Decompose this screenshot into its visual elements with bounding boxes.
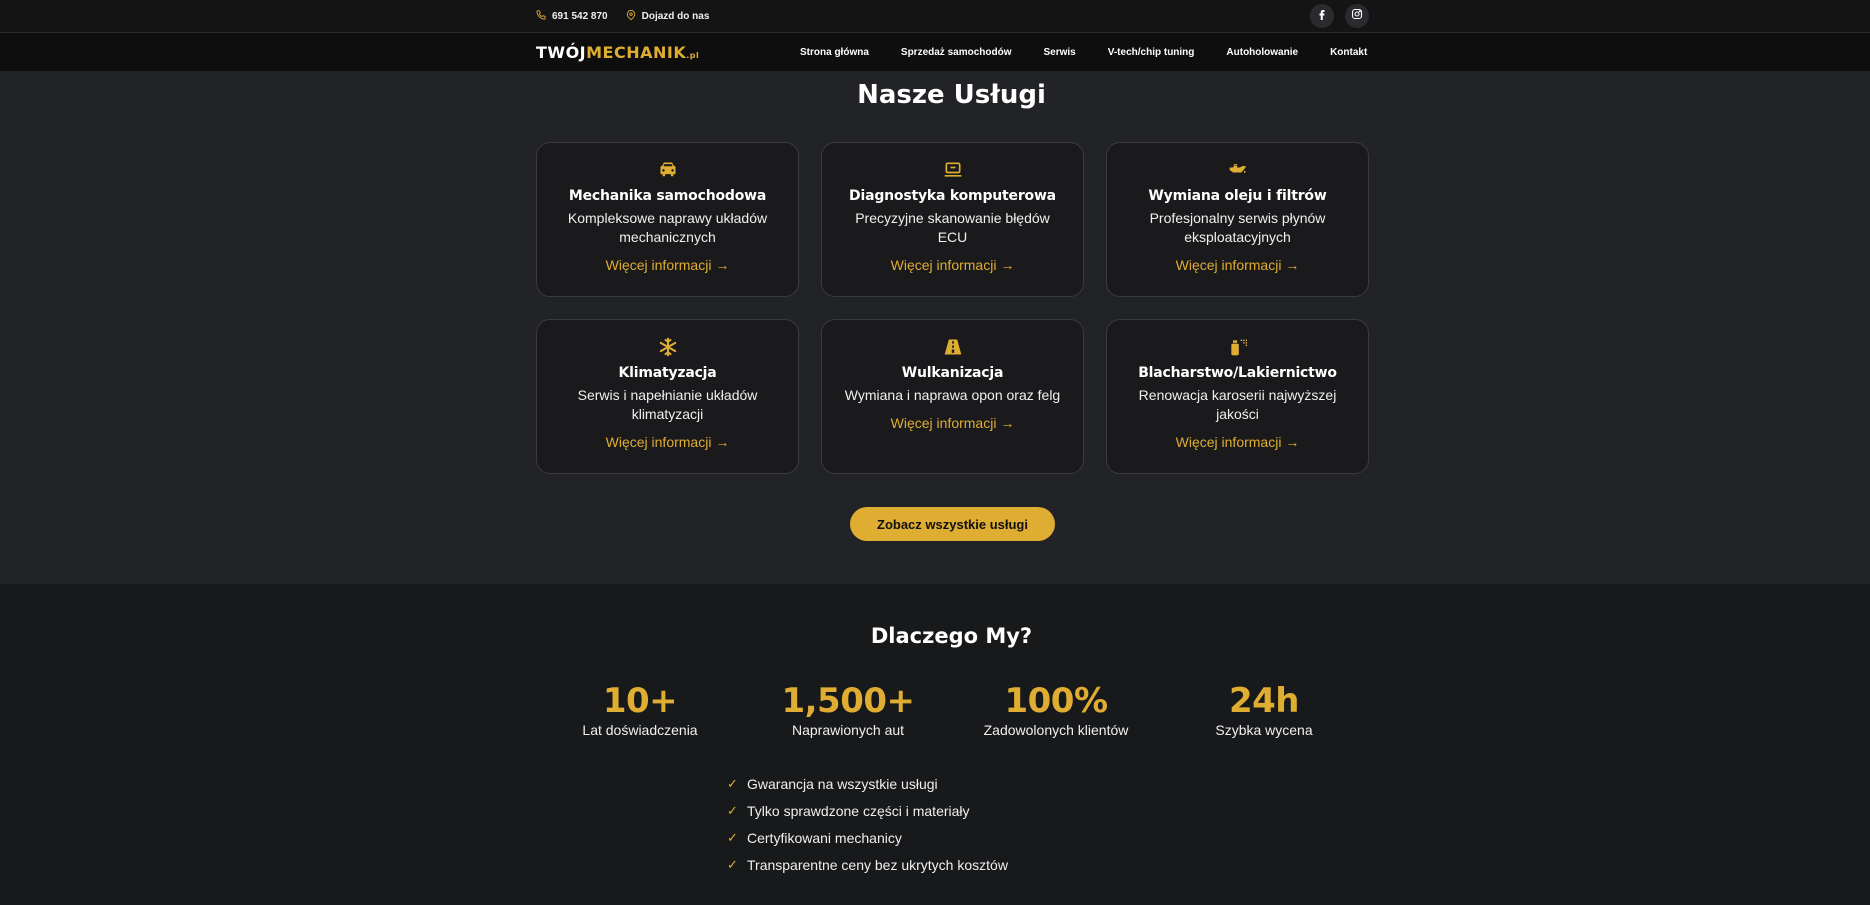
phone-number: 691 542 870	[552, 10, 608, 22]
service-description: Serwis i napełnianie układów klimatyzacj…	[577, 387, 758, 422]
service-description: Wymiana i naprawa opon oraz felg	[844, 387, 1061, 403]
logo-part-2: MECHANIK	[586, 43, 687, 62]
more-info-link[interactable]: Więcej informacji →	[537, 257, 798, 273]
service-description: Renowacja karoserii najwyższej jakości	[1138, 387, 1337, 422]
service-title: Wymiana oleju i filtrów	[1148, 188, 1327, 204]
more-info-link[interactable]: Więcej informacji →	[537, 434, 798, 450]
service-card: Wulkanizacja Wymiana i naprawa opon oraz…	[821, 319, 1084, 474]
stat-satisfaction: 100% Zadowolonych klientów	[952, 681, 1160, 738]
benefit-text: Certyfikowani mechanicy	[747, 829, 902, 846]
service-card: Mechanika samochodowa Kompleksowe napraw…	[536, 142, 799, 297]
service-description: Precyzyjne skanowanie błędów ECU	[855, 210, 1050, 245]
list-item: ✓ Tylko sprawdzone części i materiały	[727, 797, 1008, 824]
why-us-section: Dlaczego My? 10+ Lat doświadczenia 1,500…	[0, 584, 1870, 905]
service-title: Mechanika samochodowa	[568, 188, 767, 204]
directions-link[interactable]: Dojazd do nas	[626, 9, 710, 23]
main-navbar: TWÓJMECHANIK.pl Strona główna Sprzedaż s…	[0, 33, 1870, 71]
check-icon: ✓	[727, 856, 738, 872]
list-item: ✓ Transparentne ceny bez ukrytych kosztów	[727, 851, 1008, 878]
why-us-title: Dlaczego My?	[870, 624, 1033, 648]
service-card: Blacharstwo/Lakiernictwo Renowacja karos…	[1106, 319, 1369, 474]
logo-tld: .pl	[686, 51, 700, 60]
stat-value: 1,500+	[781, 681, 915, 721]
facebook-button[interactable]	[1310, 4, 1334, 28]
services-title: Nasze Usługi	[857, 80, 1046, 110]
stat-label: Naprawionych aut	[791, 722, 905, 738]
more-info-link[interactable]: Więcej informacji →	[1107, 257, 1368, 273]
stat-label: Szybka wycena	[1215, 722, 1313, 738]
services-grid: Mechanika samochodowa Kompleksowe napraw…	[536, 142, 1369, 474]
service-title: Blacharstwo/Lakiernictwo	[1138, 365, 1337, 381]
see-all-services-button[interactable]: Zobacz wszystkie usługi	[850, 507, 1055, 541]
more-info-link[interactable]: Więcej informacji →	[822, 415, 1083, 431]
check-icon: ✓	[727, 802, 738, 818]
benefits-list: ✓ Gwarancja na wszystkie usługi ✓ Tylko sp…	[727, 770, 1008, 878]
map-pin-icon	[626, 9, 636, 23]
service-title: Klimatyzacja	[618, 365, 717, 381]
main-menu: Strona główna Sprzedaż samochodów Serwis…	[800, 33, 1367, 71]
stat-cars: 1,500+ Naprawionych aut	[744, 681, 952, 738]
nav-item-service[interactable]: Serwis	[1043, 47, 1075, 58]
benefit-text: Transparentne ceny bez ukrytych kosztów	[747, 856, 1008, 873]
list-item: ✓ Gwarancja na wszystkie usługi	[727, 770, 1008, 797]
phone-link[interactable]: 691 542 870	[536, 9, 608, 23]
directions-label: Dojazd do nas	[641, 10, 710, 22]
road-icon	[822, 337, 1083, 357]
nav-item-contact[interactable]: Kontakt	[1330, 47, 1367, 58]
stats-row: 10+ Lat doświadczenia 1,500+ Naprawionyc…	[536, 681, 1368, 738]
instagram-icon	[1351, 7, 1363, 25]
stat-value: 10+	[602, 681, 678, 721]
check-icon: ✓	[727, 775, 738, 791]
service-description: Profesjonalny serwis płynów eksploatacyj…	[1149, 210, 1326, 245]
nav-item-towing[interactable]: Autoholowanie	[1226, 47, 1298, 58]
stat-value: 100%	[1004, 681, 1108, 721]
stat-value: 24h	[1228, 681, 1300, 721]
more-info-link[interactable]: Więcej informacji →	[822, 257, 1083, 273]
spray-can-icon	[1107, 337, 1368, 357]
service-title: Diagnostyka komputerowa	[849, 188, 1056, 204]
stat-label: Lat doświadczenia	[582, 722, 698, 738]
list-item: ✓ Certyfikowani mechanicy	[727, 824, 1008, 851]
nav-item-chip-tuning[interactable]: V-tech/chip tuning	[1108, 47, 1195, 58]
nav-item-home[interactable]: Strona główna	[800, 47, 869, 58]
service-card: Diagnostyka komputerowa Precyzyjne skano…	[821, 142, 1084, 297]
service-card: Klimatyzacja Serwis i napełnianie układó…	[536, 319, 799, 474]
stat-years: 10+ Lat doświadczenia	[536, 681, 744, 738]
service-description: Kompleksowe naprawy układów mechanicznyc…	[567, 210, 768, 245]
laptop-icon	[822, 160, 1083, 180]
nav-item-car-sales[interactable]: Sprzedaż samochodów	[901, 47, 1012, 58]
site-logo[interactable]: TWÓJMECHANIK.pl	[536, 43, 699, 62]
top-bar: 691 542 870 Dojazd do nas	[0, 0, 1870, 33]
service-card: Wymiana oleju i filtrów Profesjonalny se…	[1106, 142, 1369, 297]
stat-label: Zadowolonych klientów	[983, 722, 1129, 738]
phone-icon	[536, 9, 546, 23]
social-links	[1310, 4, 1369, 28]
facebook-icon	[1316, 7, 1328, 25]
service-title: Wulkanizacja	[901, 365, 1004, 381]
car-icon	[537, 160, 798, 180]
stat-quote: 24h Szybka wycena	[1160, 681, 1368, 738]
instagram-button[interactable]	[1345, 4, 1369, 28]
benefit-text: Tylko sprawdzone części i materiały	[747, 802, 970, 819]
check-icon: ✓	[727, 829, 738, 845]
oil-can-icon	[1107, 160, 1368, 180]
contact-info: 691 542 870 Dojazd do nas	[536, 0, 709, 32]
snowflake-icon	[537, 337, 798, 357]
logo-part-1: TWÓJ	[536, 43, 587, 62]
benefit-text: Gwarancja na wszystkie usługi	[747, 775, 938, 792]
more-info-link[interactable]: Więcej informacji →	[1107, 434, 1368, 450]
